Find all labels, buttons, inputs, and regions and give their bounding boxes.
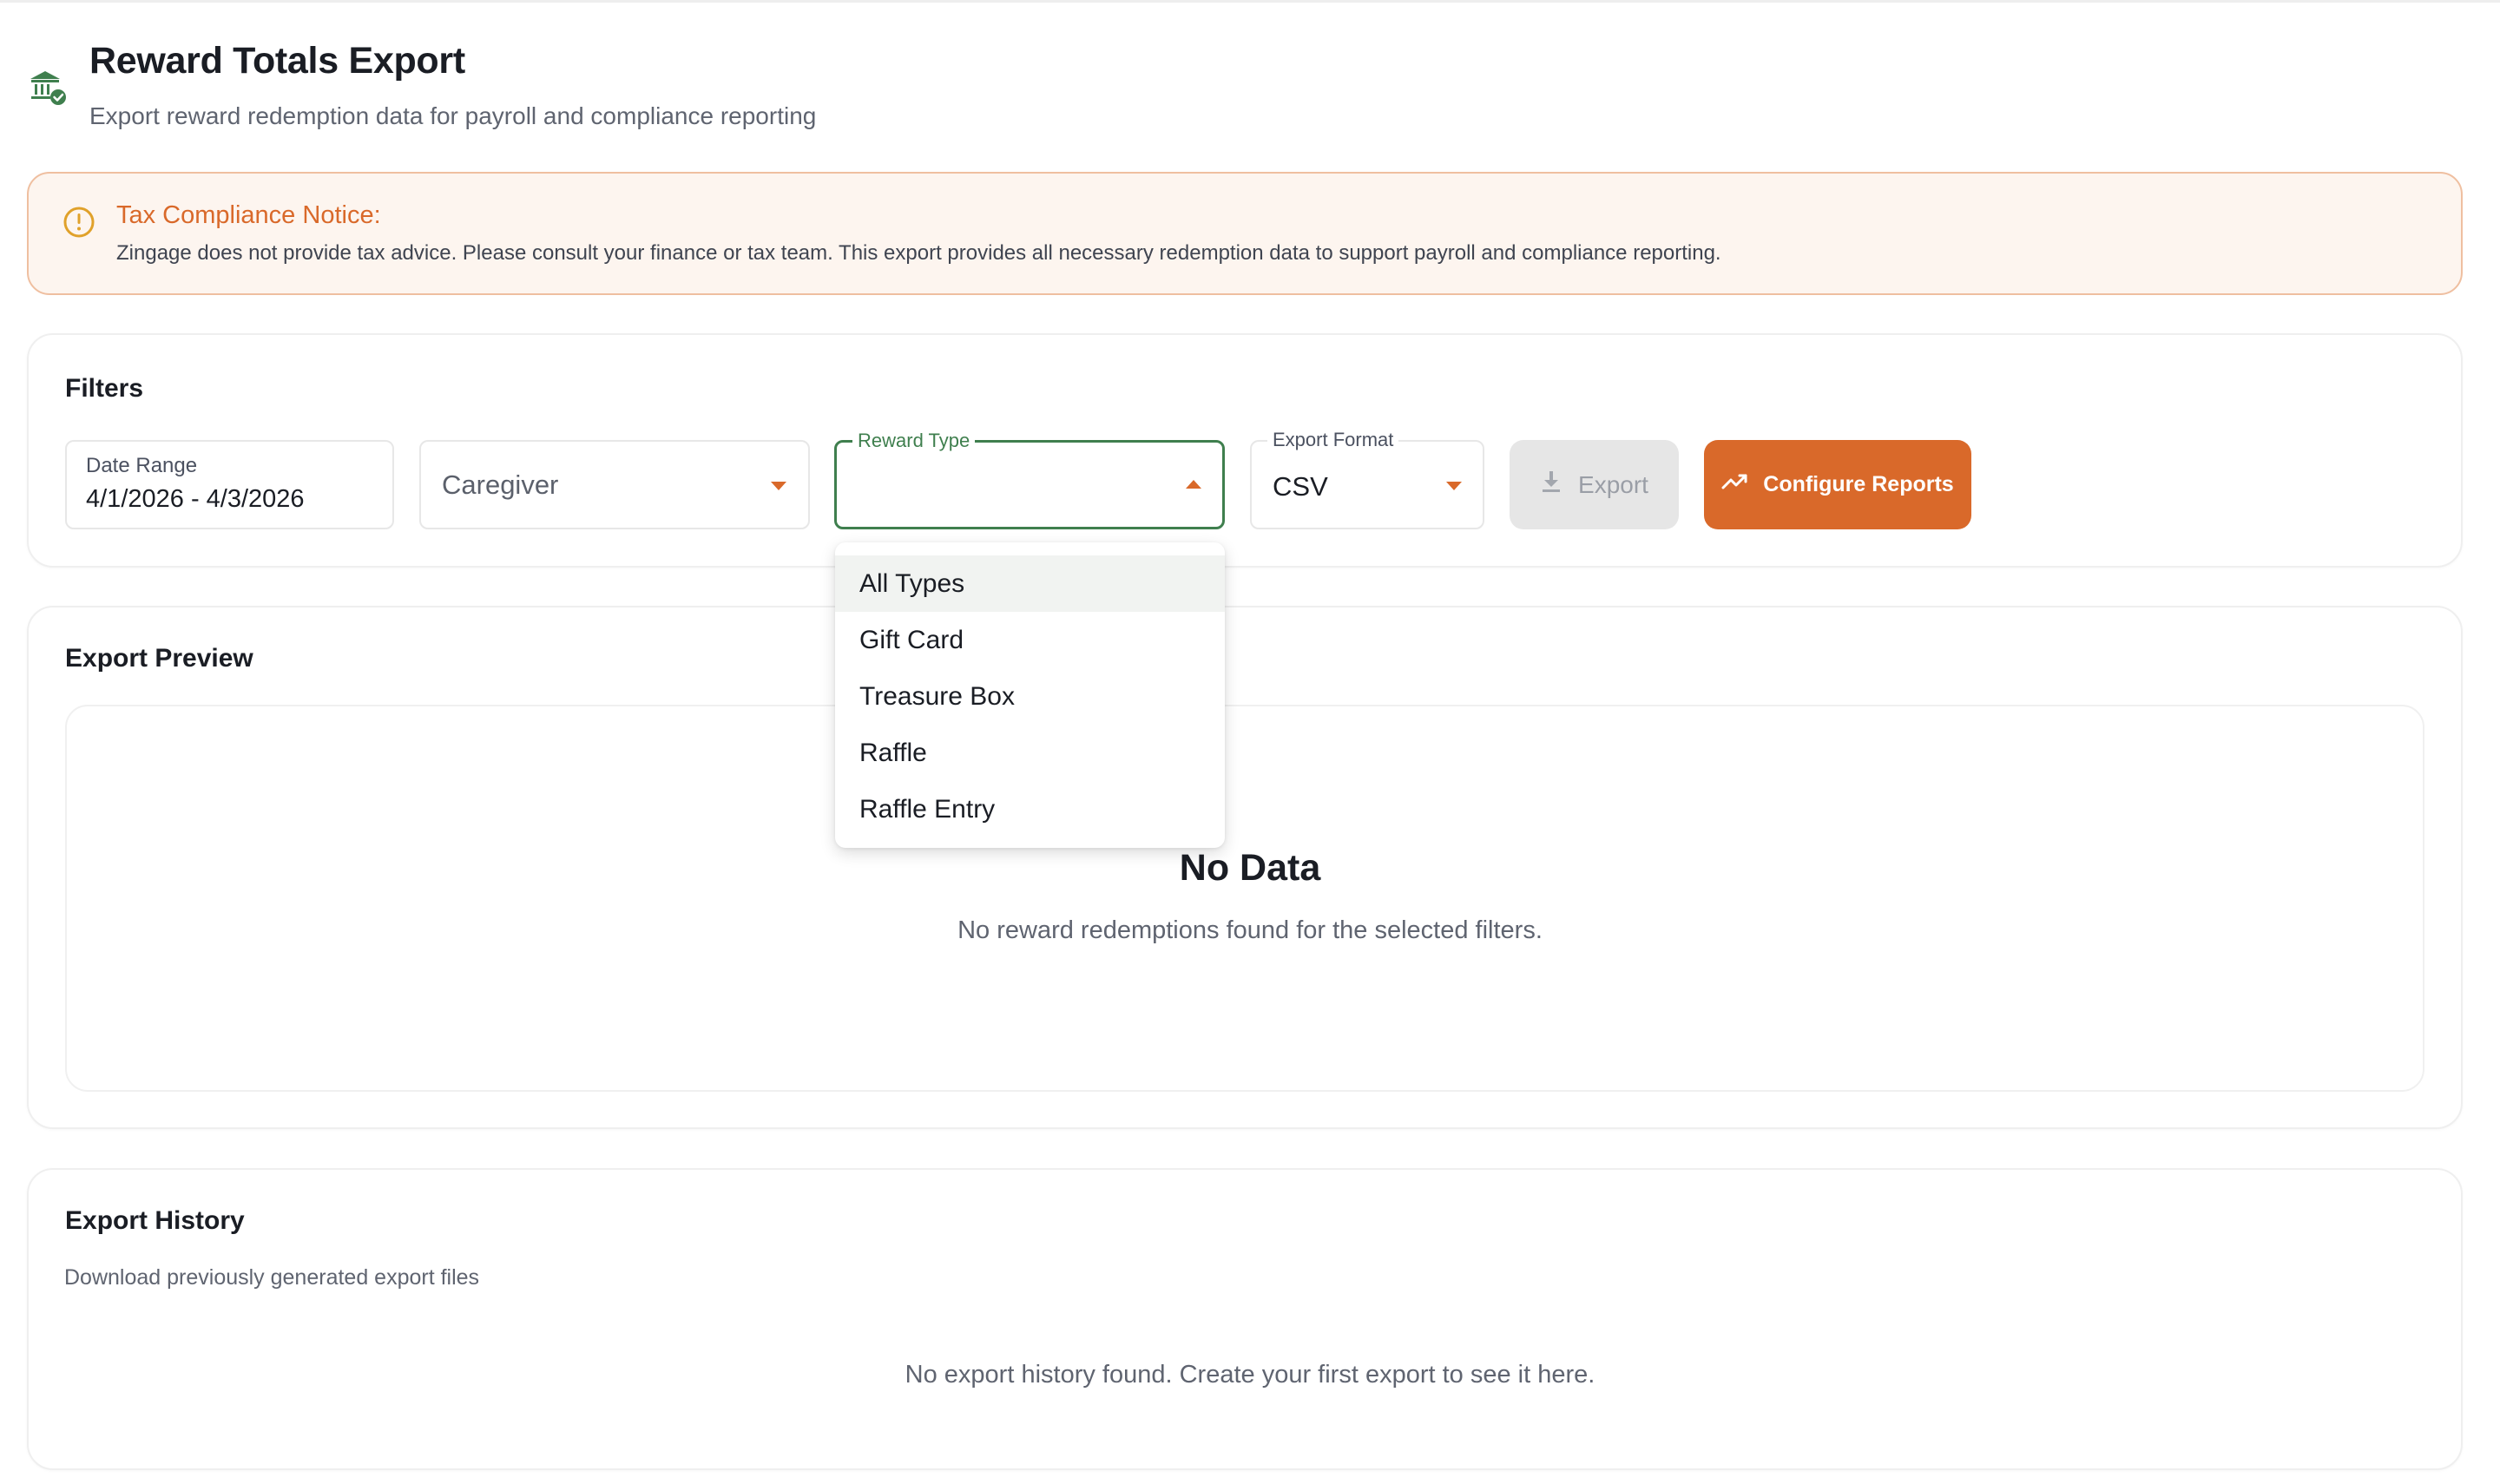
configure-reports-button[interactable]: Configure Reports [1704, 440, 1971, 529]
export-preview-title: Export Preview [65, 644, 253, 673]
reward-type-select[interactable]: Reward Type [834, 430, 1225, 529]
bank-shield-icon [28, 68, 68, 108]
export-history-empty-message: No export history found. Create your fir… [905, 1361, 1595, 1389]
dropdown-option-gift-card[interactable]: Gift Card [835, 612, 1225, 668]
filters-title: Filters [65, 374, 144, 403]
trending-up-icon [1721, 472, 1749, 497]
export-format-label: Export Format [1267, 429, 1399, 451]
page-title: Reward Totals Export [89, 40, 465, 82]
export-history-card: Export History [27, 1168, 2463, 1470]
notice-body: Zingage does not provide tax advice. Ple… [116, 241, 1721, 265]
caregiver-select-value: Caregiver [442, 469, 559, 500]
date-range-value: 4/1/2026 - 4/3/2026 [86, 485, 305, 513]
export-button-label: Export [1578, 470, 1648, 498]
dropdown-option-all-types[interactable]: All Types [835, 555, 1225, 612]
export-history-title: Export History [65, 1206, 245, 1235]
configure-reports-label: Configure Reports [1763, 472, 1954, 496]
dropdown-option-raffle-entry[interactable]: Raffle Entry [835, 781, 1225, 837]
preview-empty-panel [65, 705, 2424, 1092]
export-history-subtitle: Download previously generated export fil… [64, 1265, 480, 1290]
page-subtitle: Export reward redemption data for payrol… [89, 102, 817, 129]
export-format-select[interactable]: Export Format CSV [1250, 429, 1484, 529]
alert-circle-icon [62, 205, 96, 240]
download-icon [1540, 469, 1562, 500]
date-range-label: Date Range [86, 454, 198, 477]
dropdown-option-raffle[interactable]: Raffle [835, 725, 1225, 781]
no-data-title: No Data [1179, 847, 1321, 889]
reward-type-dropdown-menu: All Types Gift Card Treasure Box Raffle … [835, 542, 1225, 848]
no-data-message: No reward redemptions found for the sele… [957, 916, 1543, 944]
tax-compliance-notice: Tax Compliance Notice: Zingage does not … [27, 172, 2463, 295]
date-range-field[interactable]: Date Range 4/1/2026 - 4/3/2026 [65, 440, 394, 529]
chevron-up-icon [1186, 480, 1201, 489]
chevron-down-icon [1446, 482, 1462, 490]
reward-type-label: Reward Type [852, 430, 976, 452]
dropdown-option-treasure-box[interactable]: Treasure Box [835, 668, 1225, 725]
export-button[interactable]: Export [1510, 440, 1679, 529]
top-border [0, 0, 2500, 3]
caregiver-select[interactable]: Caregiver [419, 440, 810, 529]
export-format-value: CSV [1273, 471, 1328, 502]
chevron-down-icon [771, 482, 786, 490]
notice-title: Tax Compliance Notice: [116, 201, 381, 229]
